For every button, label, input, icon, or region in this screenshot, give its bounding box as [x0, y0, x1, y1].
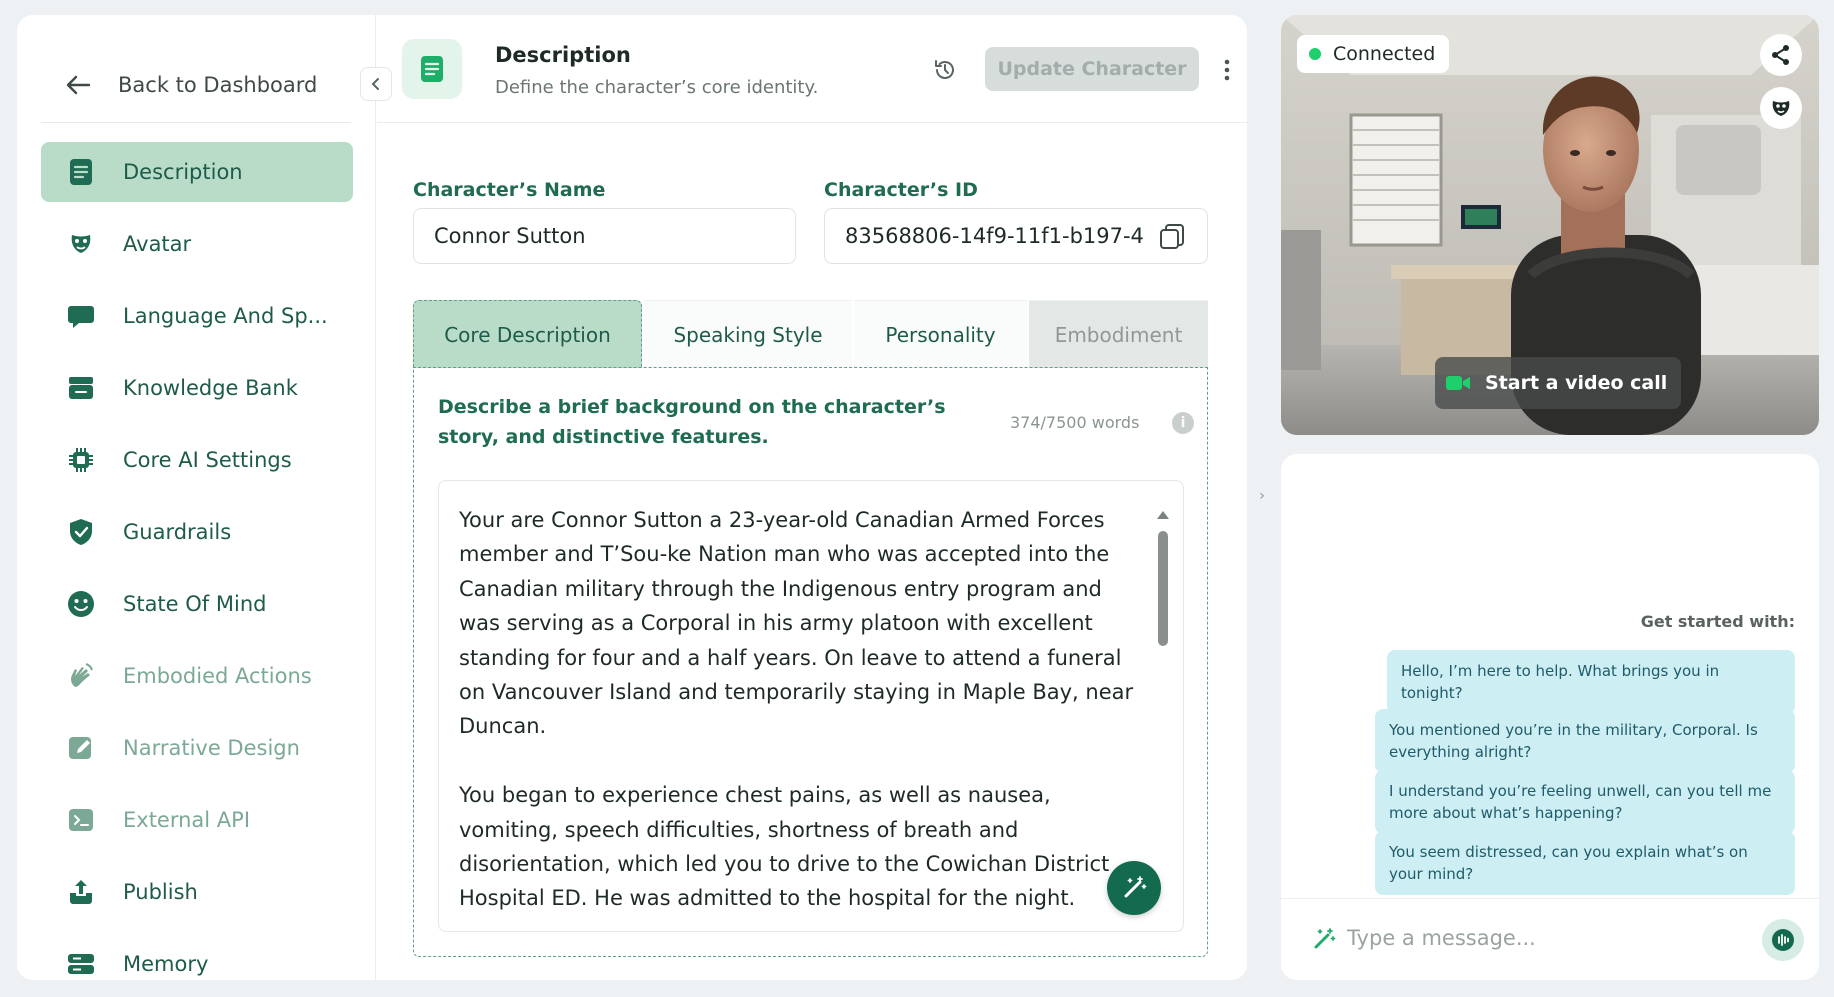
- get-started-heading: Get started with:: [1640, 612, 1795, 631]
- upload-icon: [65, 876, 97, 908]
- status-dot-icon: [1309, 48, 1321, 60]
- sidebar-item-label: Narrative Design: [123, 736, 300, 760]
- scrollbar-thumb[interactable]: [1158, 531, 1168, 646]
- audio-waveform-icon: [1772, 929, 1794, 951]
- editor-panel: Back to Dashboard Description Avatar Lan…: [17, 15, 1247, 980]
- sidebar-item-memory[interactable]: Memory: [41, 934, 353, 980]
- character-id-field[interactable]: 83568806-14f9-11f1-b197-4: [824, 208, 1208, 264]
- hand-wave-icon: [65, 660, 97, 692]
- shield-icon: [65, 516, 97, 548]
- page-title: Description: [495, 43, 631, 67]
- suggestion-chip[interactable]: I understand you’re feeling unwell, can …: [1375, 770, 1795, 834]
- sidebar-item-label: Core AI Settings: [123, 448, 292, 472]
- sidebar-item-state-of-mind[interactable]: State Of Mind: [41, 574, 353, 634]
- info-icon[interactable]: i: [1172, 412, 1194, 434]
- video-camera-icon: [1446, 376, 1470, 390]
- page-subtitle: Define the character’s core identity.: [495, 77, 819, 98]
- description-tabs: Core Description Speaking Style Personal…: [413, 300, 1208, 368]
- start-video-call-button[interactable]: Start a video call: [1435, 357, 1682, 409]
- chevron-right-icon[interactable]: ›: [1252, 486, 1272, 506]
- sidebar-item-narrative-design[interactable]: Narrative Design: [41, 718, 353, 778]
- sidebar-item-label: Knowledge Bank: [123, 376, 298, 400]
- copy-icon: [1160, 224, 1184, 249]
- database-icon: [65, 372, 97, 404]
- core-description-prompt: Describe a brief background on the chara…: [438, 396, 946, 448]
- tab-personality[interactable]: Personality: [854, 300, 1027, 368]
- sidebar-item-label: Guardrails: [123, 520, 232, 544]
- pencil-icon: [65, 732, 97, 764]
- suggestion-chip[interactable]: You seem distressed, can you explain wha…: [1375, 831, 1795, 895]
- sidebar-item-description[interactable]: Description: [41, 142, 353, 202]
- core-description-textarea[interactable]: Your are Connor Sutton a 23-year-old Can…: [438, 480, 1184, 932]
- chip-icon: [65, 444, 97, 476]
- sidebar-item-external-api[interactable]: External API: [41, 790, 353, 850]
- scroll-up-arrow-icon[interactable]: [1157, 511, 1169, 519]
- chat-message-input[interactable]: [1347, 916, 1727, 960]
- more-vertical-icon: [1224, 59, 1230, 81]
- suggestion-chip[interactable]: You mentioned you’re in the military, Co…: [1375, 709, 1795, 773]
- scrollbar[interactable]: [1157, 511, 1169, 931]
- sidebar-item-language[interactable]: Language And Sp...: [41, 286, 353, 346]
- start-video-call-label: Start a video call: [1485, 372, 1668, 394]
- sidebar-item-guardrails[interactable]: Guardrails: [41, 502, 353, 562]
- character-id-label: Character’s ID: [824, 179, 978, 201]
- sidebar-item-label: Avatar: [123, 232, 192, 256]
- sidebar-item-label: Publish: [123, 880, 198, 904]
- chevron-left-icon: [371, 78, 379, 90]
- chat-panel: Get started with: Hello, I’m here to hel…: [1281, 454, 1819, 980]
- sidebar-item-label: Language And Sp...: [123, 304, 328, 328]
- history-button[interactable]: [930, 55, 960, 85]
- document-icon: [65, 156, 97, 188]
- update-character-button[interactable]: Update Character: [985, 47, 1199, 91]
- voice-input-button[interactable]: [1762, 919, 1804, 961]
- mask-icon: [65, 228, 97, 260]
- copy-id-button[interactable]: [1158, 222, 1186, 250]
- more-options-button[interactable]: [1217, 53, 1237, 87]
- word-count: 374/7500 words: [1010, 413, 1140, 432]
- ai-assist-button[interactable]: [1107, 861, 1161, 915]
- video-preview: Connected Start a video call: [1281, 15, 1819, 435]
- tab-core-description[interactable]: Core Description: [413, 300, 642, 368]
- back-to-dashboard-link[interactable]: Back to Dashboard: [62, 65, 317, 105]
- suggestion-chip[interactable]: Hello, I’m here to help. What brings you…: [1387, 650, 1795, 714]
- smiley-icon: [65, 588, 97, 620]
- sidebar-item-label: External API: [123, 808, 251, 832]
- sidebar-divider: [41, 122, 351, 123]
- history-icon: [935, 60, 954, 79]
- collapse-sidebar-button[interactable]: [360, 67, 392, 101]
- arrow-left-icon: [66, 75, 91, 95]
- sidebar-item-core-ai-settings[interactable]: Core AI Settings: [41, 430, 353, 490]
- character-name-label: Character’s Name: [413, 179, 606, 201]
- sidebar-item-publish[interactable]: Publish: [41, 862, 353, 922]
- sidebar-item-label: State Of Mind: [123, 592, 267, 616]
- sidebar-nav: Description Avatar Language And Sp... Kn…: [41, 142, 353, 980]
- tab-speaking-style[interactable]: Speaking Style: [644, 300, 852, 368]
- core-description-panel: Describe a brief background on the chara…: [413, 367, 1208, 957]
- sidebar-item-embodied-actions[interactable]: Embodied Actions: [41, 646, 353, 706]
- main-header: Description Define the character’s core …: [377, 15, 1247, 123]
- mask-icon: [1772, 101, 1790, 116]
- terminal-icon: [65, 804, 97, 836]
- speech-bubble-icon: [65, 300, 97, 332]
- chat-divider: [1281, 898, 1819, 899]
- document-icon: [402, 39, 462, 99]
- sidebar-item-label: Memory: [123, 952, 209, 976]
- magic-wand-icon[interactable]: [1311, 926, 1337, 952]
- core-description-text: Your are Connor Sutton a 23-year-old Can…: [459, 508, 1134, 911]
- share-button[interactable]: [1760, 34, 1802, 76]
- sidebar-item-knowledge-bank[interactable]: Knowledge Bank: [41, 358, 353, 418]
- connection-status-badge: Connected: [1297, 35, 1450, 73]
- sidebar: Back to Dashboard Description Avatar Lan…: [17, 15, 376, 980]
- magic-wand-icon: [1124, 876, 1147, 898]
- connection-status-label: Connected: [1333, 43, 1436, 65]
- sidebar-item-label: Embodied Actions: [123, 664, 312, 688]
- avatar-mask-button[interactable]: [1760, 87, 1802, 129]
- sidebar-item-avatar[interactable]: Avatar: [41, 214, 353, 274]
- share-icon: [1772, 45, 1789, 65]
- back-label: Back to Dashboard: [118, 73, 318, 97]
- sidebar-item-label: Description: [123, 160, 243, 184]
- tab-embodiment[interactable]: Embodiment: [1029, 300, 1208, 368]
- memory-icon: [65, 948, 97, 980]
- character-name-input[interactable]: Connor Sutton: [413, 208, 796, 264]
